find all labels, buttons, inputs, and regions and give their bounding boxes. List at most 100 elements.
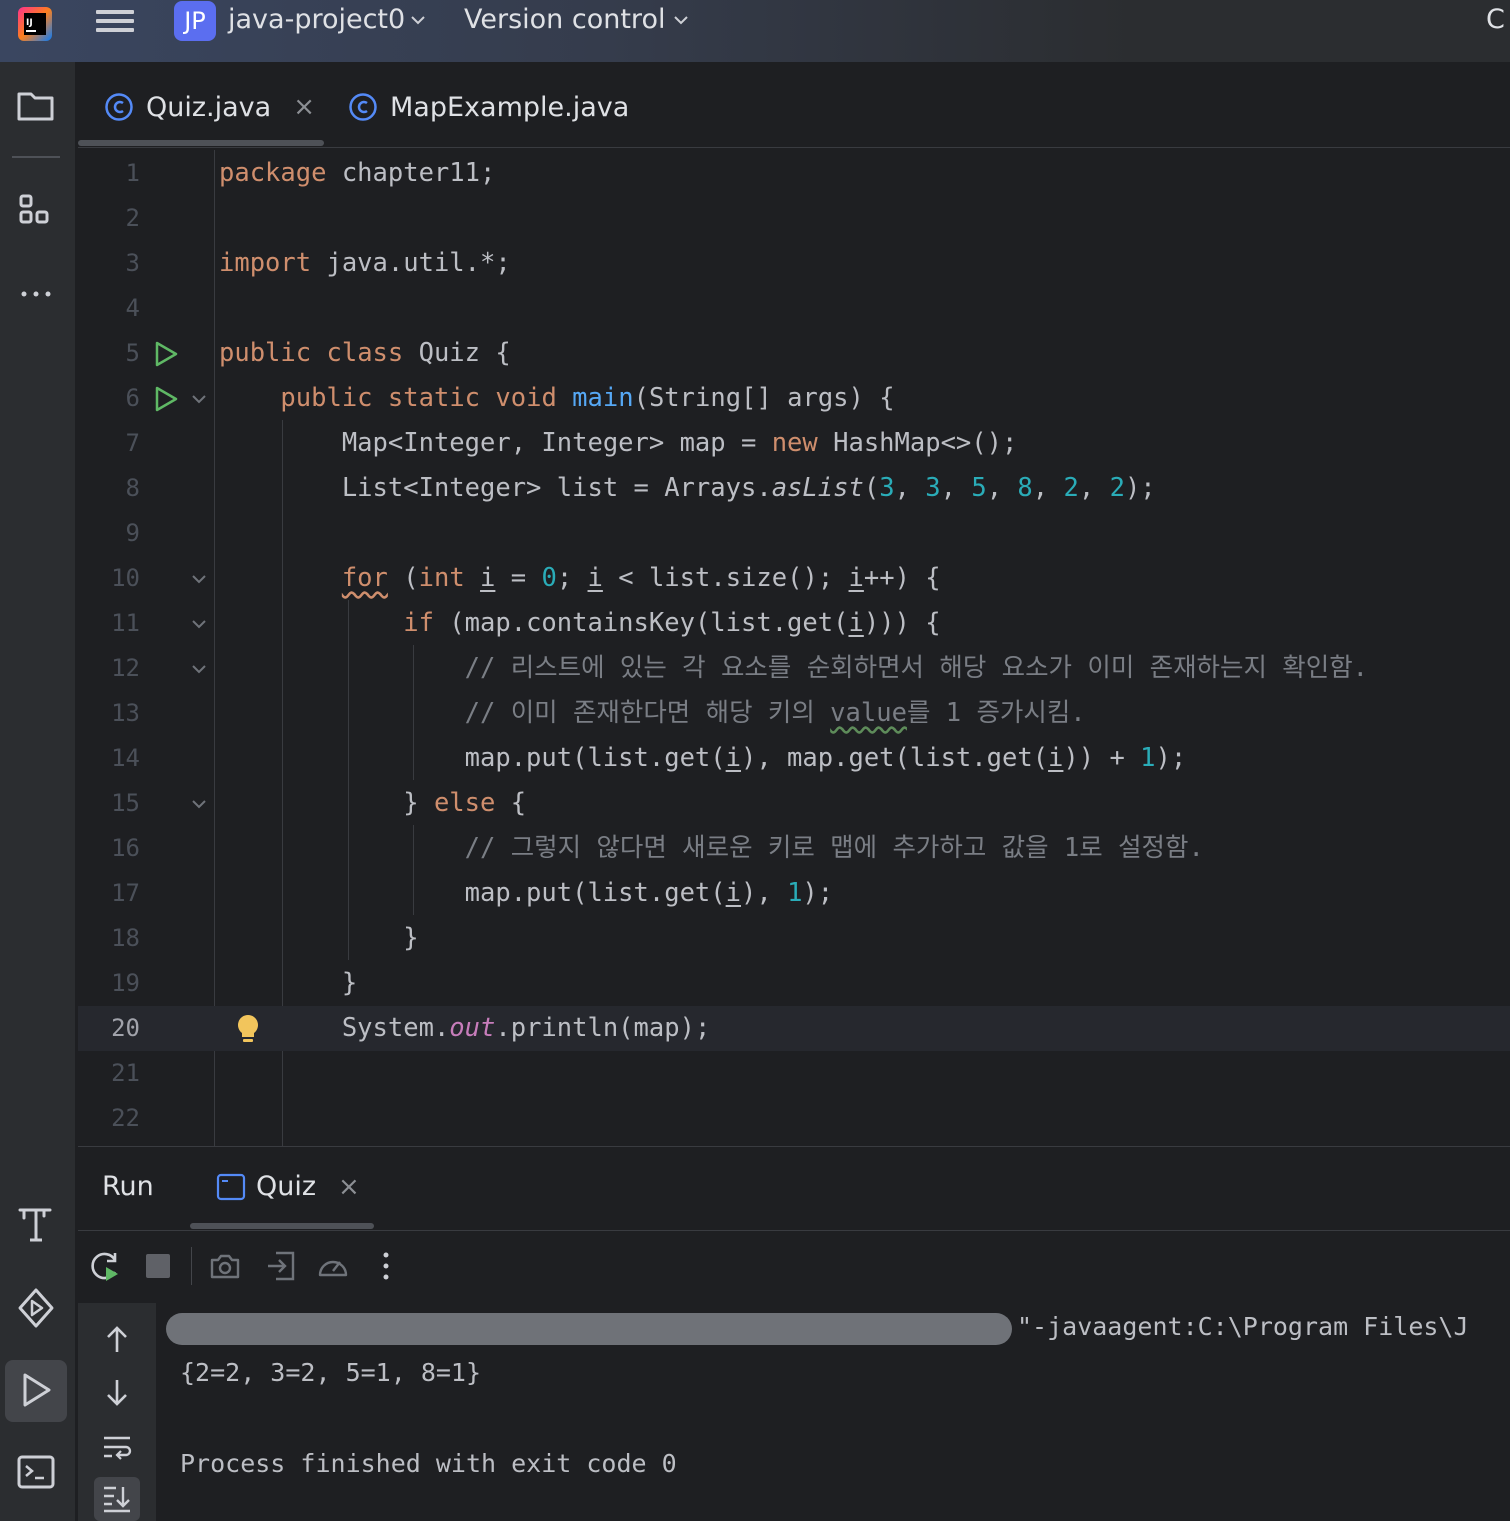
code-token: ++) { (863, 563, 941, 593)
scroll-end-icon[interactable] (100, 1481, 134, 1515)
code-text: public class Quiz { (219, 331, 511, 376)
structure-icon[interactable] (14, 190, 58, 234)
fold-icon[interactable] (190, 660, 208, 678)
code-line: 12 // 리스트에 있는 각 요소를 순회하면서 해당 요소가 이미 존재하는… (78, 646, 1510, 691)
run-gutter-icon[interactable] (152, 340, 180, 368)
keyword: import (219, 248, 312, 278)
loop-variable: i (725, 878, 741, 908)
code-token: System. (341, 1013, 450, 1043)
code-text: for (int i = 0; i < list.size(); i++) { (219, 556, 941, 601)
code-line: 16 // 그렇지 않다면 새로운 키로 맵에 추가하고 값을 1로 설정함. (78, 826, 1510, 871)
exit-icon[interactable] (264, 1249, 298, 1283)
code-text: } (219, 961, 357, 1006)
tab-quiz-java[interactable]: Quiz.java × (104, 84, 315, 130)
loop-variable: i (587, 563, 603, 593)
code-token: .println(map); (495, 1013, 711, 1043)
console-output[interactable]: "-javaagent:C:\Program Files\J {2=2, 3=2… (166, 1303, 1510, 1521)
run-tab-quiz[interactable]: Quiz × (216, 1171, 360, 1202)
keyword: new (771, 428, 818, 458)
code-text: } (219, 916, 418, 961)
code-line-current: 20 System.out.println(map); (78, 1006, 1510, 1051)
code-token: = (495, 563, 542, 593)
fold-icon[interactable] (190, 570, 208, 588)
console-window-icon (216, 1173, 246, 1200)
number-literal: 2 (1109, 473, 1125, 503)
run-icon[interactable] (14, 1368, 58, 1412)
code-line: 10 for (int i = 0; i < list.size(); i++)… (78, 556, 1510, 601)
version-control-menu[interactable]: Version control (464, 4, 665, 35)
keyword: public (219, 338, 312, 368)
code-editor[interactable]: 1 package chapter11; 2 3 import java.uti… (78, 150, 1510, 1146)
code-line: 4 (78, 286, 1510, 331)
profiler-icon[interactable] (316, 1249, 350, 1283)
console-output-line: {2=2, 3=2, 5=1, 8=1} (180, 1358, 482, 1387)
code-line: 14 map.put(list.get(i), map.get(list.get… (78, 736, 1510, 781)
code-comment: 를 1 증가시킴. (906, 698, 1086, 728)
run-header: Run Quiz × (78, 1147, 1510, 1231)
camera-icon[interactable] (208, 1249, 242, 1283)
run-gutter-icon[interactable] (152, 385, 180, 413)
fold-icon[interactable] (190, 795, 208, 813)
chevron-down-icon[interactable] (671, 10, 691, 30)
code-token: , (894, 473, 926, 503)
code-line: 3 import java.util.*; (78, 241, 1510, 286)
more-icon[interactable] (14, 272, 58, 316)
line-number: 1 (125, 159, 140, 187)
rerun-icon[interactable] (88, 1249, 122, 1283)
line-number: 3 (125, 249, 140, 277)
code-line: 22 (78, 1096, 1510, 1141)
chevron-down-icon[interactable] (408, 10, 428, 30)
project-badge[interactable]: JP (174, 1, 216, 41)
arrow-up-icon[interactable] (100, 1323, 134, 1357)
folder-icon[interactable] (14, 84, 58, 128)
more-vertical-icon[interactable] (369, 1249, 403, 1283)
line-number: 2 (125, 204, 140, 232)
number-literal: 1 (787, 878, 803, 908)
code-text: Map<Integer, Integer> map = new HashMap<… (219, 421, 1018, 466)
stop-icon[interactable] (141, 1249, 175, 1283)
code-line: 5 public class Quiz { (78, 331, 1510, 376)
code-text: public static void main(String[] args) { (219, 376, 894, 421)
loop-variable: i (848, 563, 864, 593)
code-text: // 리스트에 있는 각 요소를 순회하면서 해당 요소가 이미 존재하는지 확… (219, 646, 1368, 691)
code-token: )) + (1063, 743, 1141, 773)
number-literal: 1 (1140, 743, 1156, 773)
title-right-cut-text[interactable]: C (1486, 4, 1505, 35)
build-hammer-icon[interactable] (14, 1202, 58, 1246)
soft-wrap-icon[interactable] (100, 1431, 134, 1465)
console-exit-line: Process finished with exit code 0 (180, 1449, 677, 1478)
method-call: asList (771, 473, 864, 503)
close-icon[interactable]: × (293, 92, 315, 122)
code-line: 1 package chapter11; (78, 151, 1510, 196)
line-number: 9 (125, 519, 140, 547)
hamburger-menu-icon[interactable] (96, 5, 134, 41)
terminal-icon[interactable] (14, 1450, 58, 1494)
arrow-down-icon[interactable] (100, 1375, 134, 1409)
code-token: java.util.*; (311, 248, 511, 278)
code-comment: // 그렇지 않다면 새로운 키로 맵에 추가하고 값을 1로 설정함. (464, 833, 1204, 863)
run-title: Run (102, 1171, 154, 1202)
services-icon[interactable] (14, 1286, 58, 1330)
number-literal: 8 (1017, 473, 1033, 503)
fold-icon[interactable] (190, 615, 208, 633)
code-text: // 그렇지 않다면 새로운 키로 맵에 추가하고 값을 1로 설정함. (219, 826, 1204, 871)
tab-mapexample-java[interactable]: MapExample.java (348, 84, 629, 130)
code-comment: // 이미 존재한다면 해당 키의 (464, 698, 831, 728)
intellij-logo-icon[interactable]: IJ (16, 5, 54, 43)
code-text: map.put(list.get(i), map.get(list.get(i)… (219, 736, 1187, 781)
code-token: HashMap<>(); (817, 428, 1018, 458)
line-number: 20 (111, 1014, 140, 1042)
code-text: if (map.containsKey(list.get(i))) { (219, 601, 940, 646)
active-tab-indicator (78, 140, 324, 146)
redacted-command-bar (166, 1313, 1012, 1345)
line-number: 16 (111, 834, 140, 862)
code-token: ( (387, 563, 419, 593)
fold-icon[interactable] (190, 390, 208, 408)
loop-variable: i (480, 563, 496, 593)
close-icon[interactable]: × (338, 1172, 360, 1202)
code-token: , (1078, 473, 1110, 503)
line-number: 15 (111, 789, 140, 817)
code-token: ; (556, 563, 588, 593)
project-name[interactable]: java-project0 (228, 4, 405, 35)
